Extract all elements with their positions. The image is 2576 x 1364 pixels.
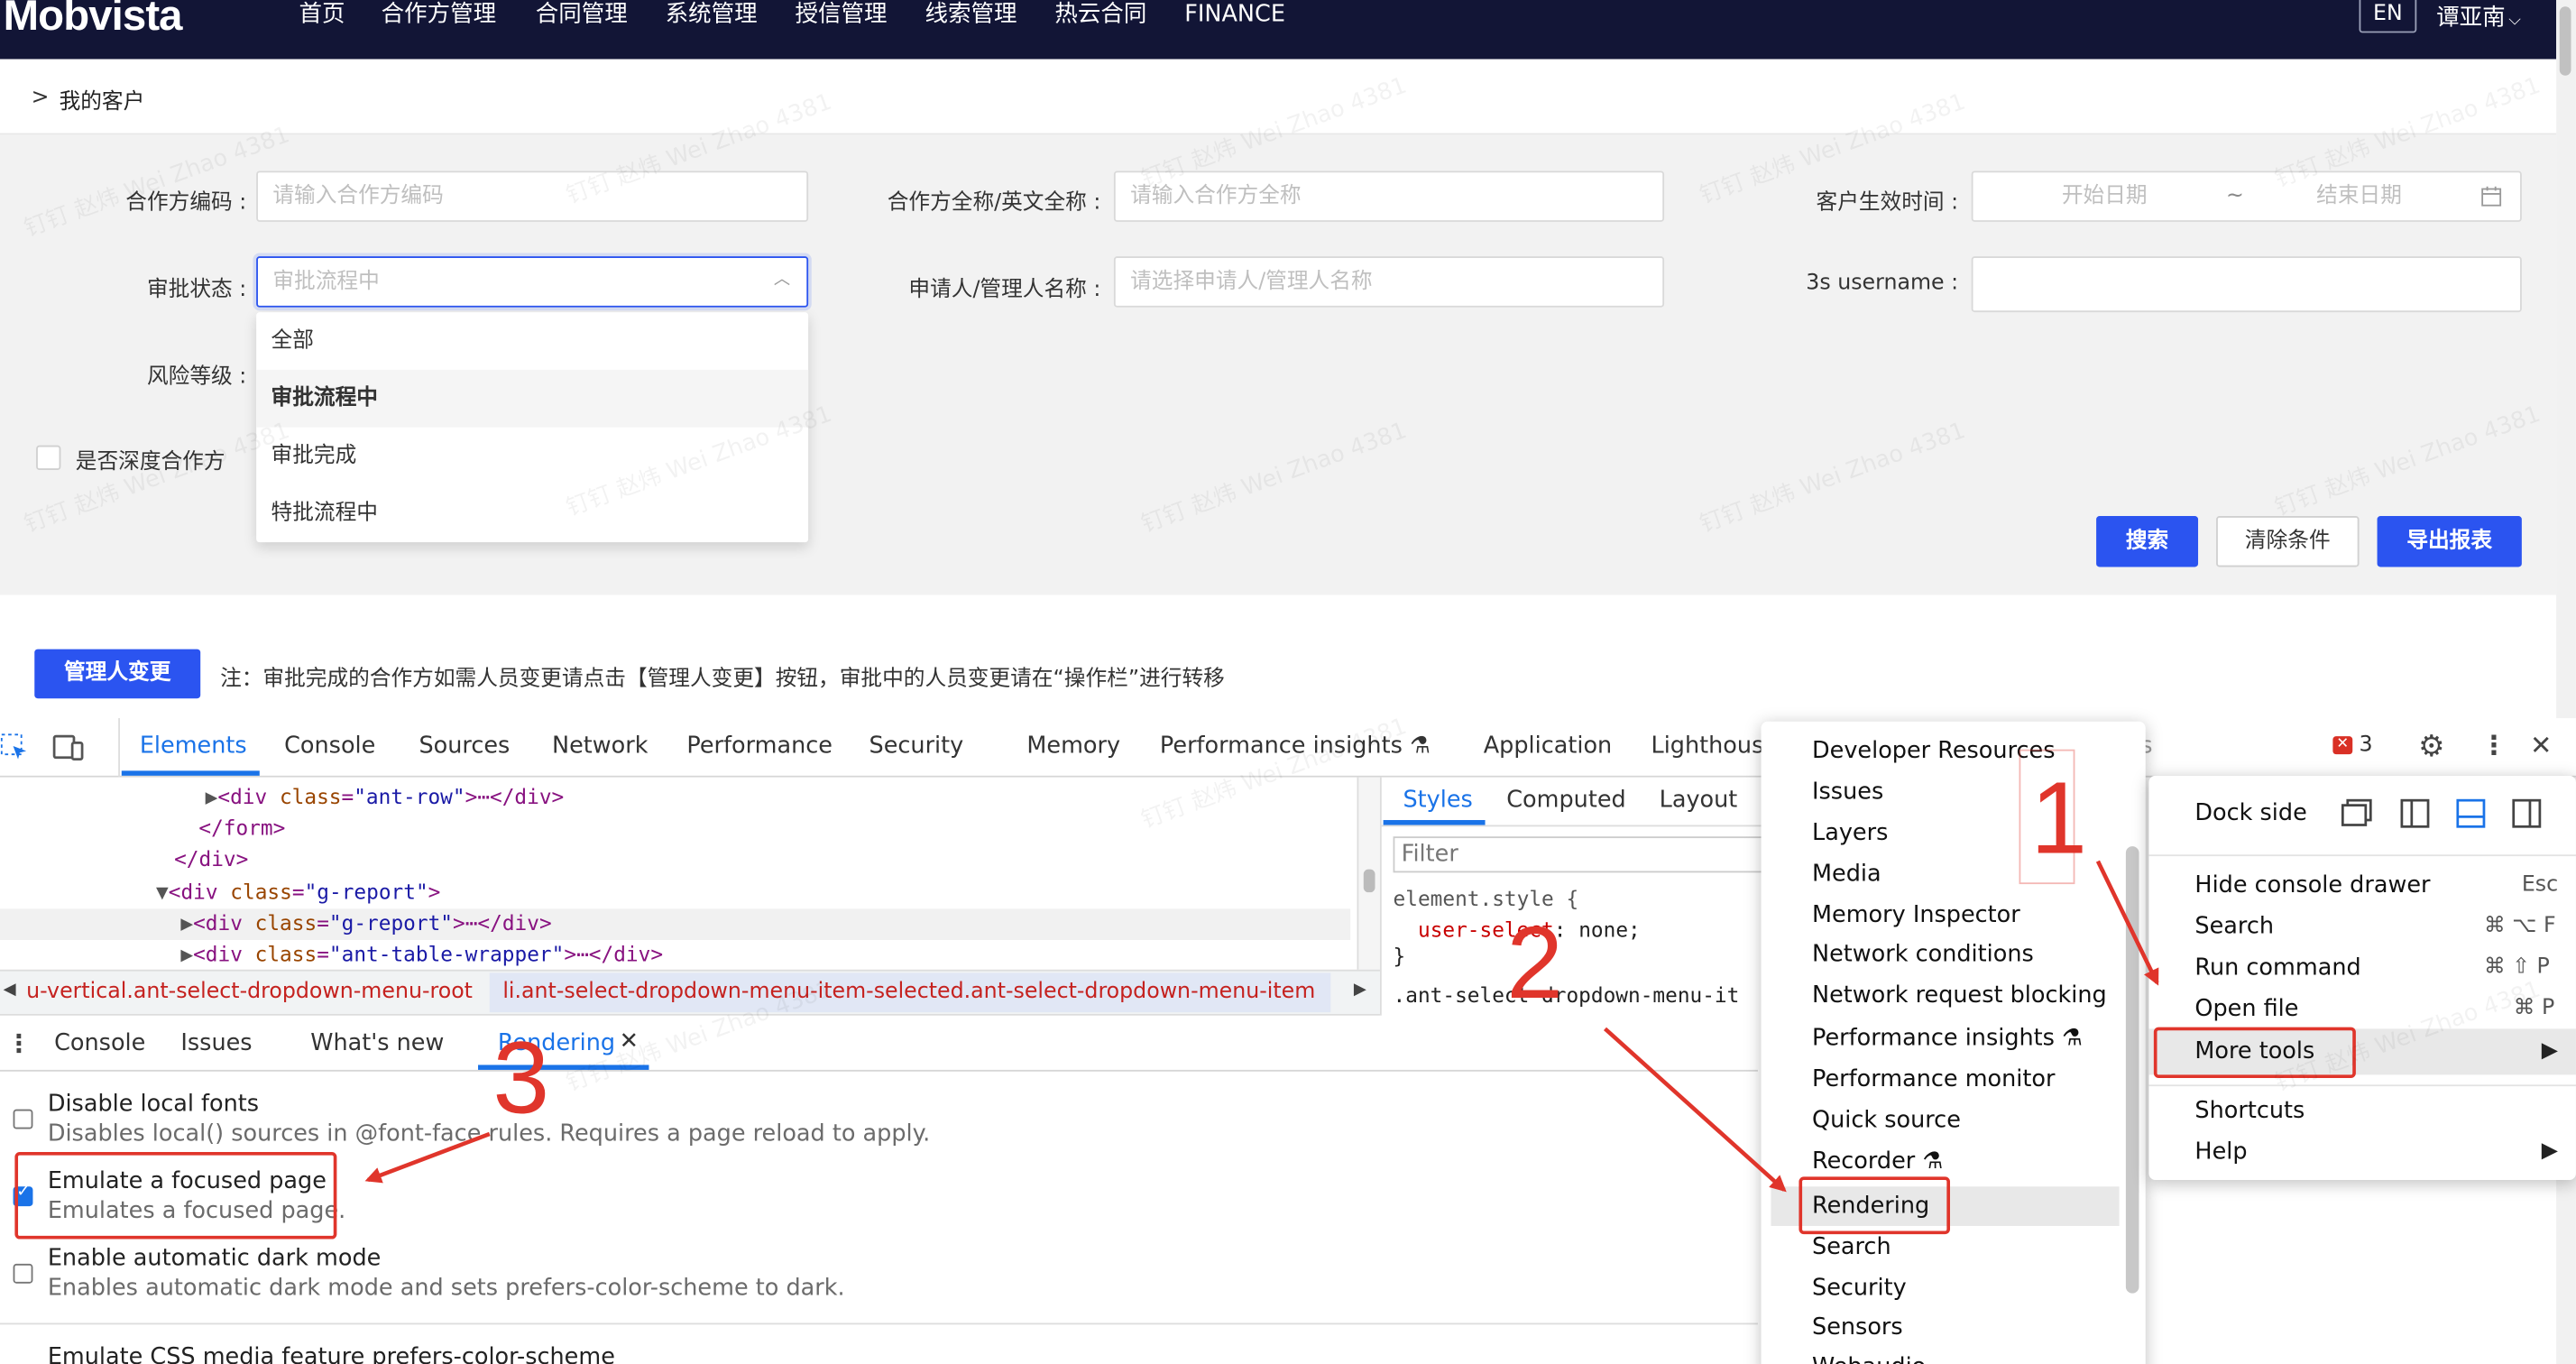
arrow-2 xyxy=(1603,1027,1787,1193)
annotation-arrows xyxy=(364,860,2159,1193)
arrow-3 xyxy=(364,1131,491,1184)
arrow-1 xyxy=(2095,860,2159,986)
